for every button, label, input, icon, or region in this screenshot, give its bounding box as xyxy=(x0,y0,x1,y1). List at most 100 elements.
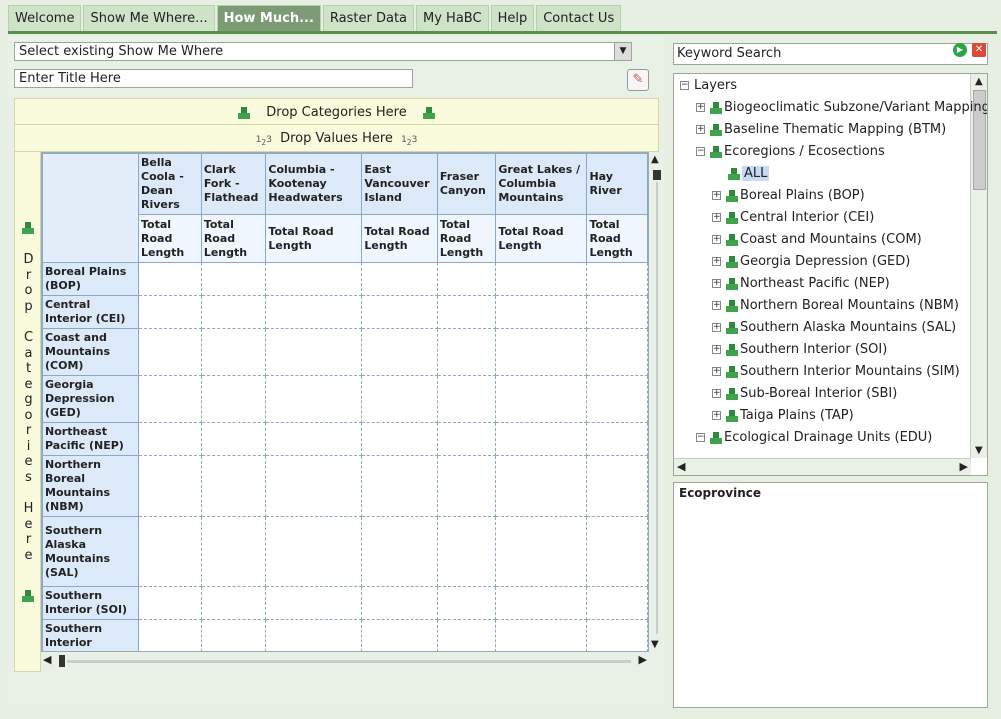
row-header[interactable]: Southern Alaska Mountains (SAL) xyxy=(42,516,139,587)
grid-vertical-scrollbar[interactable]: ▲ ▼ xyxy=(649,152,665,652)
table-cell[interactable] xyxy=(495,262,588,296)
table-cell[interactable] xyxy=(361,586,438,620)
tab-my-habc[interactable]: My HaBC xyxy=(416,5,489,31)
table-cell[interactable] xyxy=(586,455,648,517)
table-cell[interactable] xyxy=(495,295,588,329)
table-cell[interactable] xyxy=(200,375,267,423)
tree-item-btm[interactable]: + Baseline Thematic Mapping (BTM) xyxy=(696,119,946,141)
expand-icon[interactable]: + xyxy=(712,323,721,332)
table-cell[interactable] xyxy=(495,516,588,587)
table-cell[interactable] xyxy=(361,295,438,329)
expand-icon[interactable]: + xyxy=(712,279,721,288)
tree-item-edu[interactable]: − Ecological Drainage Units (EDU) xyxy=(696,427,932,449)
table-cell[interactable] xyxy=(436,375,497,423)
table-cell[interactable] xyxy=(495,422,588,456)
tab-help[interactable]: Help xyxy=(490,5,535,31)
column-header[interactable]: Columbia - Kootenay Headwaters xyxy=(265,153,363,215)
expand-icon[interactable]: + xyxy=(712,257,721,266)
expand-icon[interactable]: + xyxy=(712,367,721,376)
table-cell[interactable] xyxy=(265,455,363,517)
row-header[interactable]: Southern Interior (SOI) xyxy=(42,586,139,620)
table-cell[interactable] xyxy=(200,516,267,587)
tree-item-all[interactable]: ALL xyxy=(728,163,770,185)
drop-categories-zone[interactable]: Drop Categories Here xyxy=(14,98,659,125)
tree-item-ecoregion[interactable]: + Boreal Plains (BOP) xyxy=(712,185,865,207)
table-cell[interactable] xyxy=(361,455,438,517)
measure-header[interactable]: Total Road Length xyxy=(586,214,648,263)
column-header[interactable]: Hay River xyxy=(586,153,648,215)
row-header[interactable]: Central Interior (CEI) xyxy=(42,295,139,329)
table-cell[interactable] xyxy=(436,295,497,329)
tree-item-layers[interactable]: − Layers xyxy=(680,75,737,97)
table-cell[interactable] xyxy=(265,262,363,296)
table-cell[interactable] xyxy=(200,262,267,296)
table-cell[interactable] xyxy=(265,586,363,620)
expand-icon[interactable]: + xyxy=(712,301,721,310)
row-header[interactable]: Southern Interior Mountains (SIM) xyxy=(42,619,139,651)
table-cell[interactable] xyxy=(436,516,497,587)
table-cell[interactable] xyxy=(200,619,267,651)
measure-header[interactable]: Total Road Length xyxy=(200,214,267,263)
table-cell[interactable] xyxy=(265,328,363,376)
table-cell[interactable] xyxy=(586,422,648,456)
collapse-icon[interactable]: − xyxy=(696,433,705,442)
table-cell[interactable] xyxy=(495,328,588,376)
table-cell[interactable] xyxy=(436,455,497,517)
scroll-left-icon[interactable]: ◀ xyxy=(677,460,685,473)
table-cell[interactable] xyxy=(200,586,267,620)
table-cell[interactable] xyxy=(586,619,648,651)
scroll-up-icon[interactable]: ▲ xyxy=(975,76,983,87)
table-cell[interactable] xyxy=(265,619,363,651)
tree-item-ecoregion[interactable]: + Coast and Mountains (COM) xyxy=(712,229,922,251)
collapse-icon[interactable]: − xyxy=(680,81,689,90)
scroll-right-icon[interactable]: ▶ xyxy=(639,653,647,666)
table-cell[interactable] xyxy=(138,422,202,456)
table-cell[interactable] xyxy=(361,375,438,423)
tab-show-me-where[interactable]: Show Me Where... xyxy=(83,5,215,31)
go-search-icon[interactable]: ▶ xyxy=(953,43,967,57)
title-input[interactable]: Enter Title Here xyxy=(14,69,413,88)
tab-how-much[interactable]: How Much... xyxy=(216,5,321,31)
tree-item-biogeoclimatic[interactable]: + Biogeoclimatic Subzone/Variant Mapping xyxy=(696,97,987,119)
table-cell[interactable] xyxy=(495,455,588,517)
scroll-left-icon[interactable]: ◀ xyxy=(43,653,51,666)
scroll-track[interactable] xyxy=(67,660,631,663)
table-cell[interactable] xyxy=(138,375,202,423)
column-header[interactable]: Fraser Canyon xyxy=(436,153,497,215)
table-cell[interactable] xyxy=(436,619,497,651)
column-header[interactable]: East Vancouver Island xyxy=(361,153,438,215)
expand-icon[interactable]: + xyxy=(696,103,705,112)
drop-row-categories-zone[interactable]: Drop Categories Here xyxy=(14,152,41,672)
expand-icon[interactable]: + xyxy=(712,411,721,420)
table-cell[interactable] xyxy=(265,422,363,456)
table-cell[interactable] xyxy=(586,328,648,376)
scroll-down-icon[interactable]: ▼ xyxy=(651,639,659,650)
table-cell[interactable] xyxy=(436,586,497,620)
table-cell[interactable] xyxy=(361,328,438,376)
measure-header[interactable]: Total Road Length xyxy=(495,214,588,263)
chevron-down-icon[interactable]: ▼ xyxy=(614,43,631,60)
drop-values-zone[interactable]: 123 Drop Values Here 123 xyxy=(14,125,659,152)
expand-icon[interactable]: + xyxy=(712,191,721,200)
table-cell[interactable] xyxy=(436,262,497,296)
row-header[interactable]: Boreal Plains (BOP) xyxy=(42,262,139,296)
table-cell[interactable] xyxy=(436,328,497,376)
table-cell[interactable] xyxy=(586,295,648,329)
measure-header[interactable]: Total Road Length xyxy=(436,214,497,263)
row-header[interactable]: Northern Boreal Mountains (NBM) xyxy=(42,455,139,517)
table-cell[interactable] xyxy=(265,375,363,423)
row-header[interactable]: Northeast Pacific (NEP) xyxy=(42,422,139,456)
table-cell[interactable] xyxy=(138,262,202,296)
table-cell[interactable] xyxy=(436,422,497,456)
tree-item-ecoregion[interactable]: + Northern Boreal Mountains (NBM) xyxy=(712,295,959,317)
tree-item-ecoregion[interactable]: + Sub-Boreal Interior (SBI) xyxy=(712,383,897,405)
column-header[interactable]: Great Lakes / Columbia Mountains xyxy=(495,153,588,215)
scroll-track[interactable] xyxy=(656,182,658,634)
table-cell[interactable] xyxy=(200,295,267,329)
tab-welcome[interactable]: Welcome xyxy=(8,5,82,31)
tree-horizontal-scrollbar[interactable]: ◀ ▶ xyxy=(674,458,971,475)
expand-icon[interactable]: + xyxy=(712,389,721,398)
column-header[interactable]: Bella Coola - Dean Rivers xyxy=(138,153,202,215)
tree-item-ecoregion[interactable]: + Southern Interior Mountains (SIM) xyxy=(712,361,960,383)
scroll-down-icon[interactable]: ▼ xyxy=(975,445,983,456)
